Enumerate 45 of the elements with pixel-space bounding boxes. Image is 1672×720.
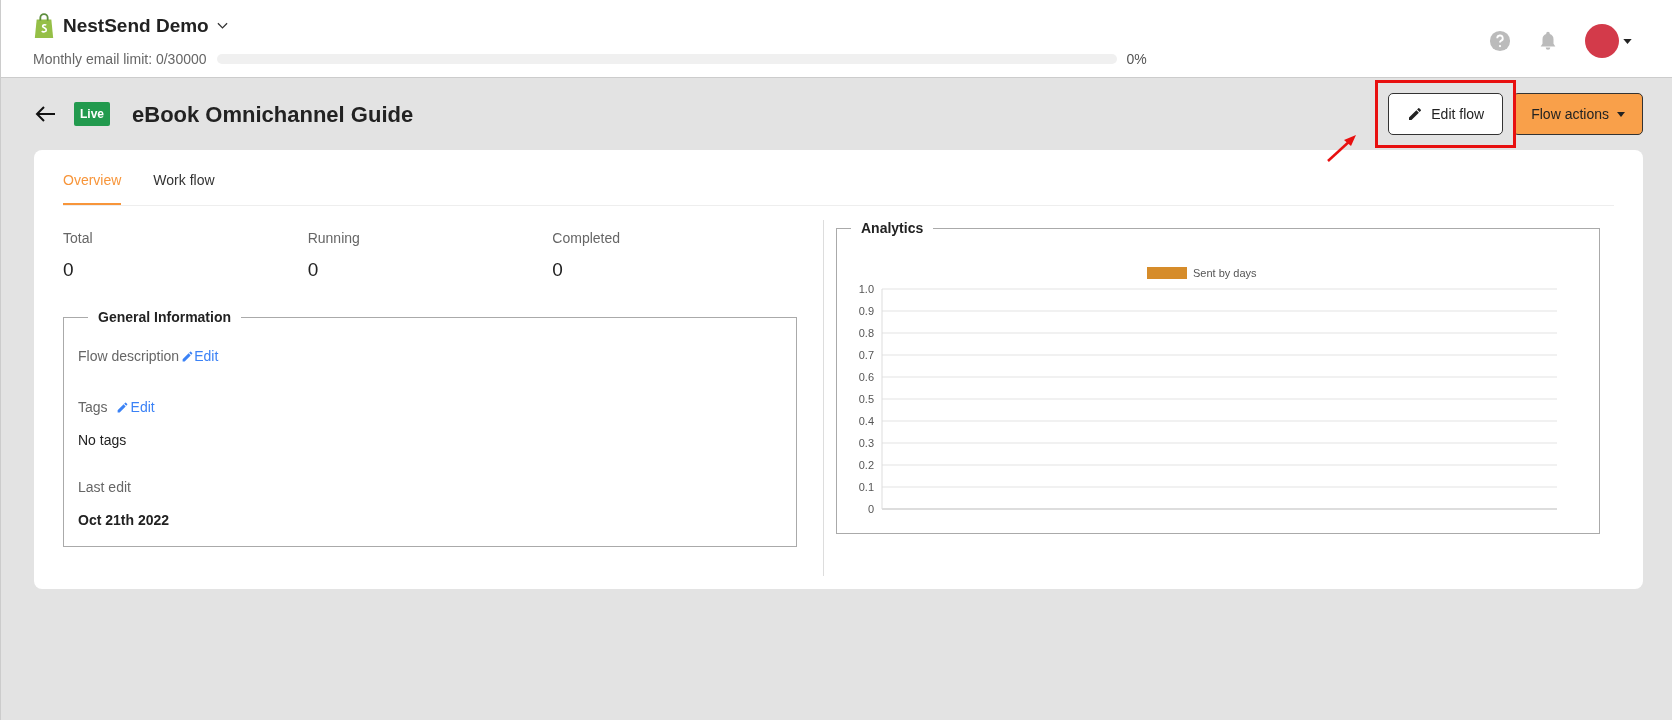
field-label: Last edit [78,477,132,497]
last-edit-date: Oct 21th 2022 [78,510,171,530]
status-badge: Live [74,102,110,126]
y-tick-label: 0.8 [858,327,874,339]
y-tick-label: 0.2 [858,459,874,471]
stat-label: Completed [552,229,622,248]
stat-label: Running [307,229,361,248]
annotation-arrow [1326,133,1359,163]
user-menu-button[interactable] [1585,24,1632,58]
caret-icon [1623,38,1632,44]
y-tick-label: 0.3 [858,437,874,449]
y-tick-label: 1.0 [858,283,874,295]
pencil-icon [115,400,129,414]
panel-title: General Information [97,307,233,327]
stat-value: 0 [63,258,75,282]
edit-flow-button[interactable]: Edit flow [1388,93,1504,135]
panel-title: Analytics [860,219,925,238]
legend-label: Sent by days [1193,266,1257,281]
avatar [1585,24,1619,58]
chevron-down-icon [216,22,228,31]
field-label: Flow description [78,346,180,366]
progress-percentage: 0% [1126,49,1147,69]
flow-title: eBook Omnichannel Guide [132,100,414,129]
tags-value: No tags [78,430,128,450]
y-tick-label: 0.6 [858,371,874,383]
stat-value: 0 [307,258,320,282]
flow-actions-button[interactable]: Flow actions [1513,93,1643,135]
pencil-icon [181,349,195,363]
edit-link[interactable]: Edit [181,345,219,367]
stat-label: Total [63,229,94,248]
y-tick-label: 0.5 [858,393,874,405]
y-tick-label: 0.7 [858,349,874,361]
pencil-icon [1407,106,1424,122]
y-tick-label: 0.9 [858,305,874,317]
field-label: Tags [78,397,108,417]
y-tick-label: 0 [867,503,874,515]
email-limit-label: Monthly email limit: 0/30000 [33,49,207,69]
stat-value: 0 [552,258,564,282]
tab[interactable]: Work flow [153,158,215,205]
store-selector[interactable]: NestSend Demo [63,12,228,41]
y-tick-label: 0.1 [858,481,874,493]
y-tick-label: 0.4 [858,415,874,427]
edit-link[interactable]: Edit [115,396,155,418]
caret-icon [1617,111,1625,117]
shopping-bag-icon [33,13,55,40]
